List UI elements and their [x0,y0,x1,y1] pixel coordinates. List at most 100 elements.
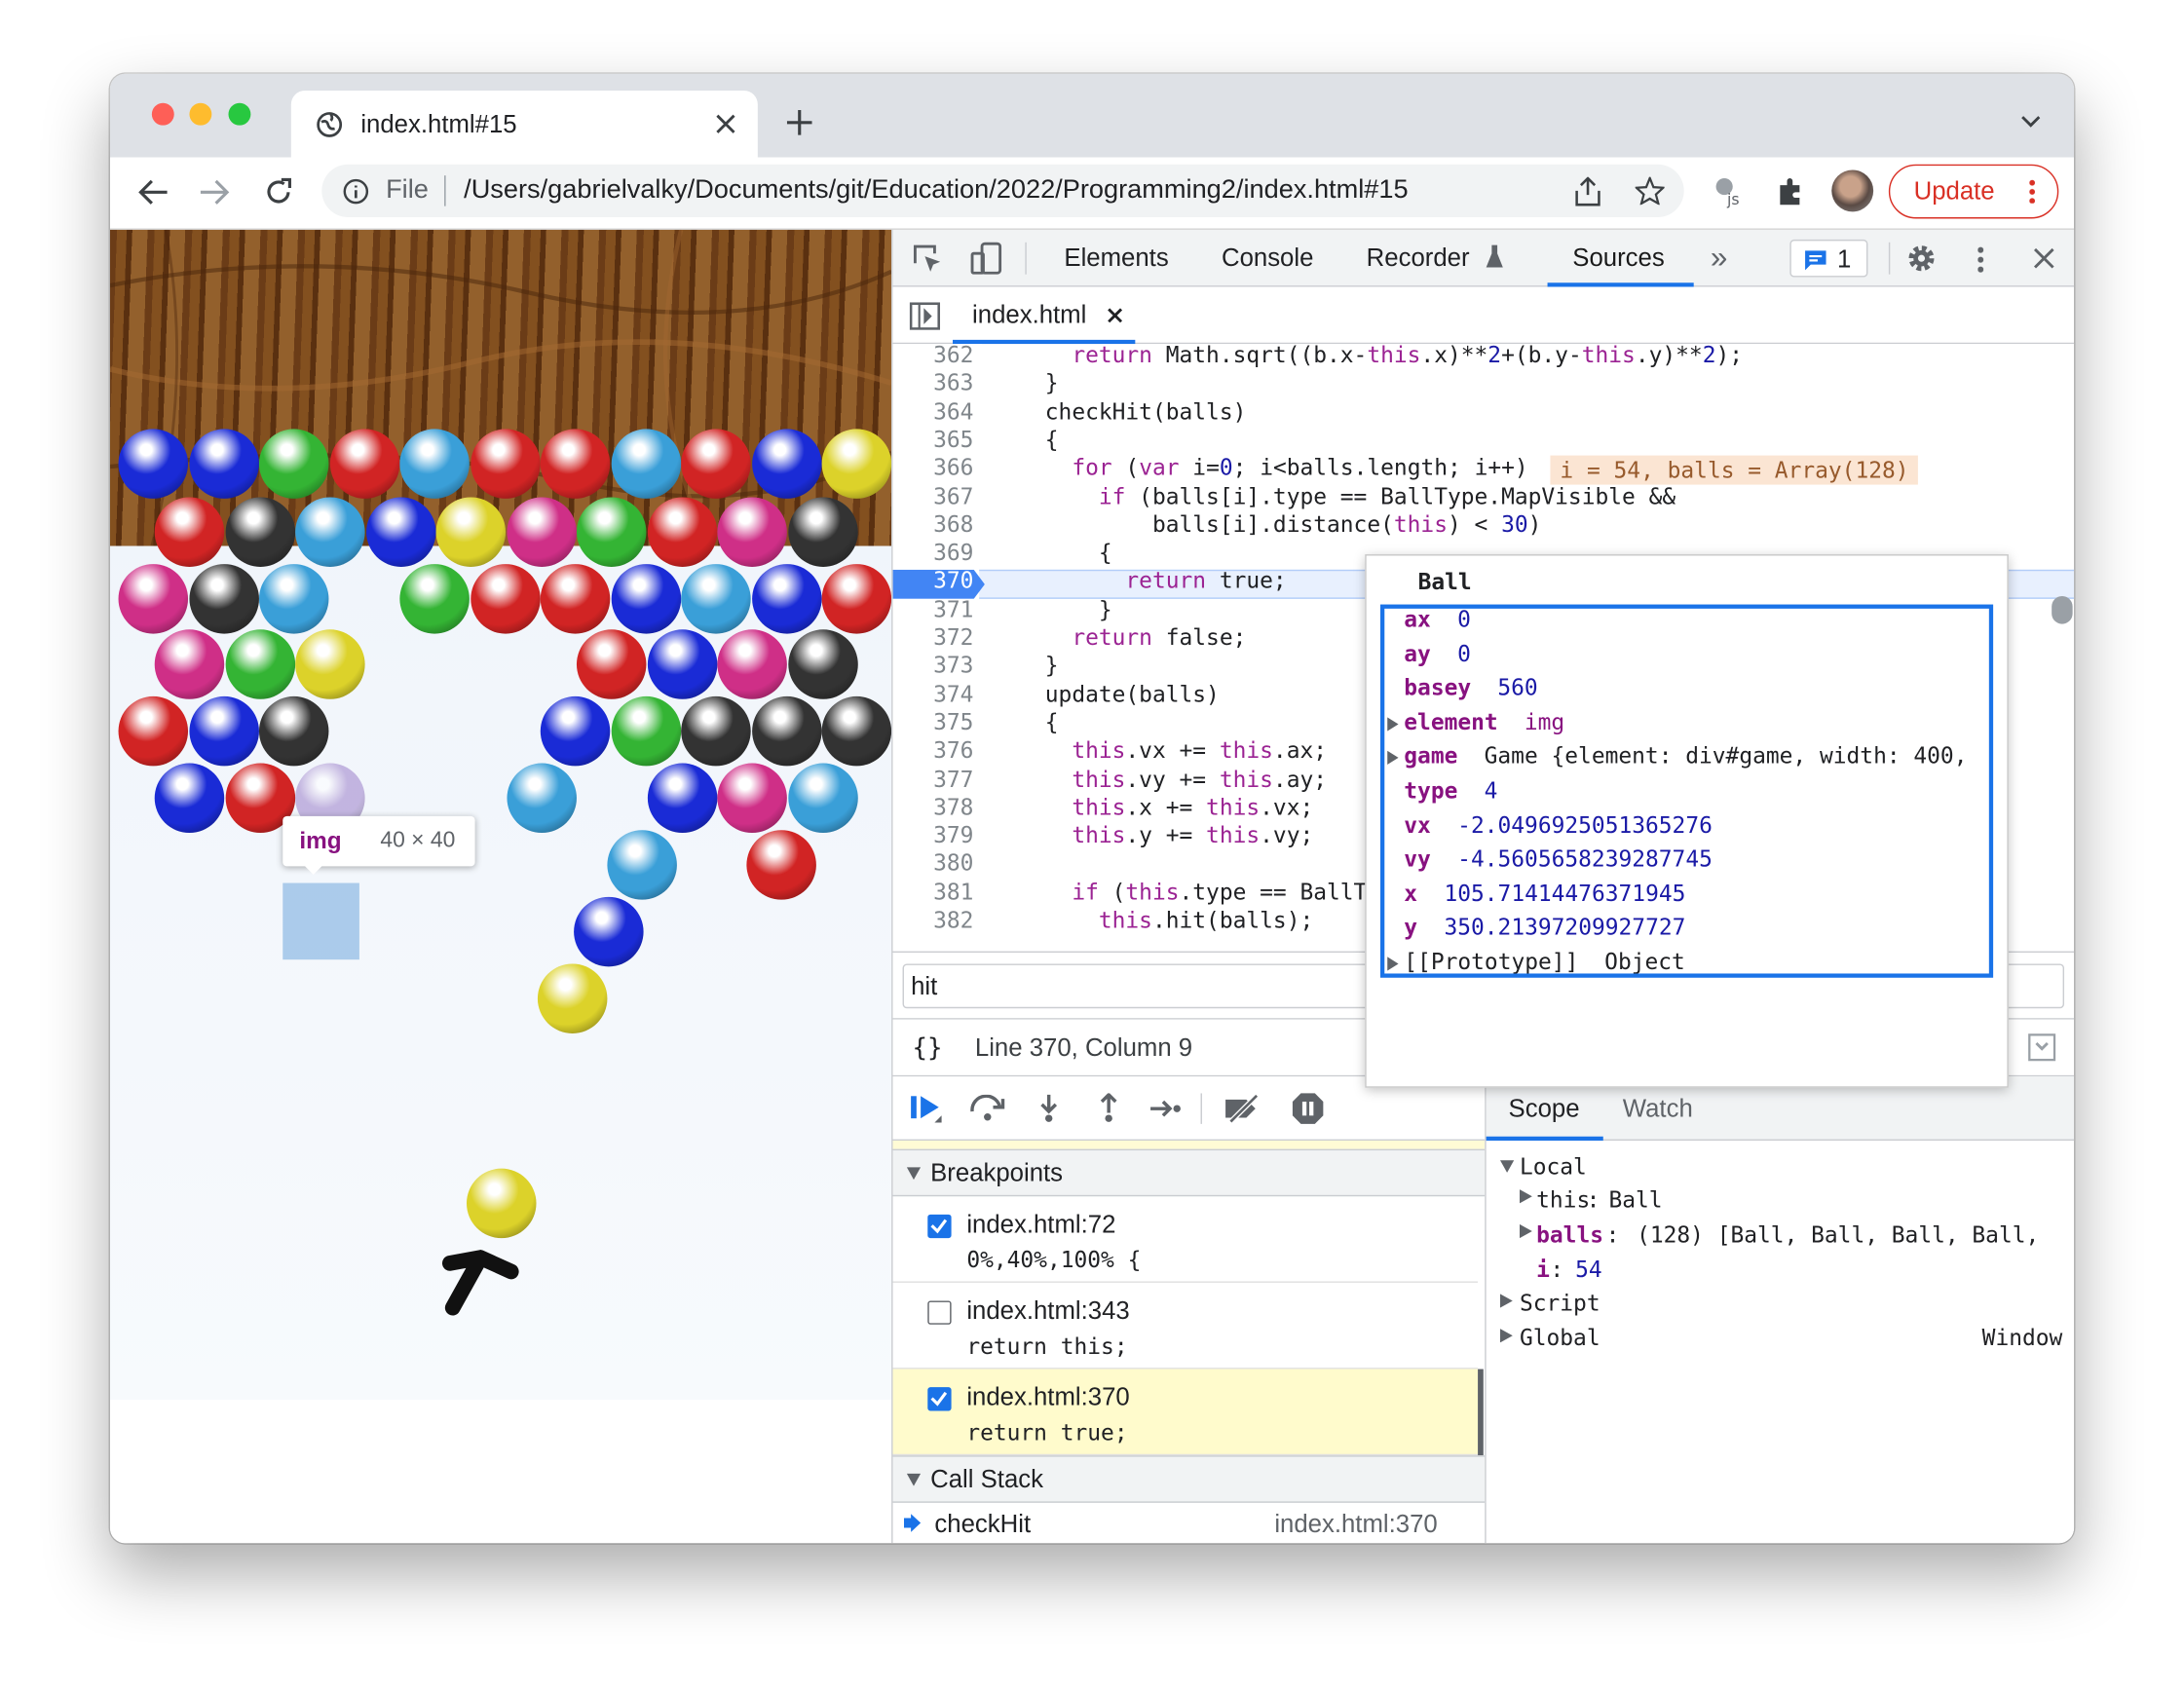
close-window-button[interactable] [151,102,174,126]
browser-tab[interactable]: index.html#15 [290,90,758,158]
game-ball [821,695,892,767]
line-number[interactable]: 370 [893,568,973,594]
breakpoint-checkbox[interactable] [927,1214,952,1239]
line-number[interactable]: 374 [893,681,973,707]
drawer-toggle-icon[interactable] [2028,1033,2056,1062]
inline-values: i = 54, balls = Array(128) [1550,455,1919,485]
callstack-header[interactable]: Call Stack [892,1455,1486,1503]
reload-icon[interactable] [263,177,293,207]
tab-recorder[interactable]: Recorder [1367,244,1470,273]
resume-button[interactable] [907,1076,946,1141]
tab-scope[interactable]: Scope [1509,1095,1580,1124]
game-ball [751,695,821,767]
zoom-window-button[interactable] [228,102,251,126]
line-number[interactable]: 368 [893,510,973,537]
extensions-icon[interactable] [1776,175,1806,206]
new-tab-icon[interactable] [786,109,812,135]
devtools-menu-icon[interactable] [1977,244,1984,274]
line-number[interactable]: 381 [893,879,973,905]
popover-properties: ax 0 ay 0 basey 560 element img game Game {elemen… [1379,604,1994,978]
settings-gear-icon[interactable] [1905,243,1938,275]
line-number[interactable]: 365 [893,426,973,452]
line-number[interactable]: 375 [893,709,973,735]
aim-arrow-icon[interactable] [438,1235,522,1319]
scope-this-key[interactable]: this [1536,1186,1590,1213]
breakpoints-header[interactable]: Breakpoints [892,1148,1486,1197]
game-ball [154,629,225,699]
breakpoint-file: index.html:370 [966,1382,1130,1411]
line-number[interactable]: 366 [893,454,973,480]
scope-tab-indicator [1486,1136,1603,1142]
forward-icon[interactable] [199,178,230,206]
scope-global[interactable]: Global [1520,1325,1600,1351]
line-number[interactable]: 372 [893,624,973,651]
chevron-down-icon[interactable] [2021,116,2041,129]
scope-script[interactable]: Script [1520,1290,1600,1316]
step-out-button[interactable] [1089,1076,1128,1141]
breakpoint-checkbox[interactable] [927,1300,952,1325]
pretty-print-button[interactable]: {} [913,1033,943,1063]
pause-on-exceptions-button[interactable] [1289,1076,1328,1141]
property-value: Game {element: div#game, width: 400, [1484,742,1968,769]
callstack-frame[interactable]: checkHit index.html:370 [893,1503,1486,1543]
update-label: Update [1913,176,1995,206]
file-tab-name[interactable]: index.html [972,301,1086,330]
update-button[interactable]: Update [1888,164,2059,219]
code-line: this.y += this.vy; [1072,821,1314,848]
line-number[interactable]: 369 [893,539,973,565]
tab-console[interactable]: Console [1222,244,1313,273]
breakpoint-item[interactable]: index.html:343 return this; [892,1283,1479,1370]
close-file-icon[interactable] [1108,308,1123,323]
step-button[interactable] [1147,1076,1186,1141]
line-number[interactable]: 373 [893,653,973,679]
game-ball [681,564,751,634]
star-icon[interactable] [1635,176,1665,206]
info-icon[interactable] [343,178,369,205]
line-number[interactable]: 362 [893,344,973,367]
more-tabs-button[interactable]: » [1711,240,1728,276]
deactivate-breakpoints-button[interactable] [1223,1076,1261,1141]
line-number[interactable]: 377 [893,766,973,792]
tab-elements[interactable]: Elements [1064,244,1168,273]
property-value: 105.71414476371945 [1444,880,1686,907]
scope-local[interactable]: Local [1520,1153,1587,1180]
tab-sources[interactable]: Sources [1572,244,1664,273]
line-number[interactable]: 367 [893,482,973,508]
minimize-window-button[interactable] [189,102,212,126]
line-number[interactable]: 371 [893,596,973,622]
object-popover[interactable]: Ball ax 0 ay 0 basey 560 element img game Game {e… [1365,554,2009,1088]
back-icon[interactable] [138,178,169,206]
device-toggle-icon[interactable] [969,241,1002,276]
inspect-element-icon[interactable] [913,244,943,274]
deactivate-breakpoints-icon [1225,1093,1259,1124]
breakpoint-checkbox[interactable] [927,1387,952,1411]
issues-badge[interactable]: 1 [1789,239,1868,278]
line-number[interactable]: 378 [893,794,973,820]
page-viewport: img 40 × 40 [109,229,892,1544]
game-ball [647,497,717,567]
game-ball [787,763,858,834]
share-icon[interactable] [1575,176,1600,206]
line-number[interactable]: 382 [893,907,973,933]
line-number[interactable]: 364 [893,397,973,424]
line-number[interactable]: 363 [893,369,973,395]
line-number[interactable]: 376 [893,737,973,764]
close-tab-icon[interactable] [716,114,735,133]
tab-watch[interactable]: Watch [1623,1095,1693,1124]
breakpoint-item[interactable]: index.html:72 0%,40%,100% { [892,1196,1479,1283]
line-number[interactable]: 379 [893,822,973,848]
js-extension-icon[interactable]: js [1712,174,1748,210]
close-devtools-icon[interactable] [2033,247,2054,269]
avatar[interactable] [1831,169,1874,212]
game-ball [821,429,892,499]
line-number[interactable]: 380 [893,850,973,877]
breakpoint-item[interactable]: index.html:370 return true; [892,1369,1479,1456]
navigator-toggle-icon[interactable] [909,302,941,330]
game-area[interactable]: img 40 × 40 [109,229,892,1400]
address-url: /Users/gabrielvalky/Documents/git/Educat… [464,175,1409,206]
step-over-button[interactable] [968,1076,1007,1141]
game-ball [717,629,787,699]
scope-balls-key[interactable]: balls [1536,1221,1603,1248]
step-into-button[interactable] [1030,1076,1069,1141]
address-bar[interactable]: File /Users/gabrielvalky/Documents/git/E… [321,164,1684,218]
